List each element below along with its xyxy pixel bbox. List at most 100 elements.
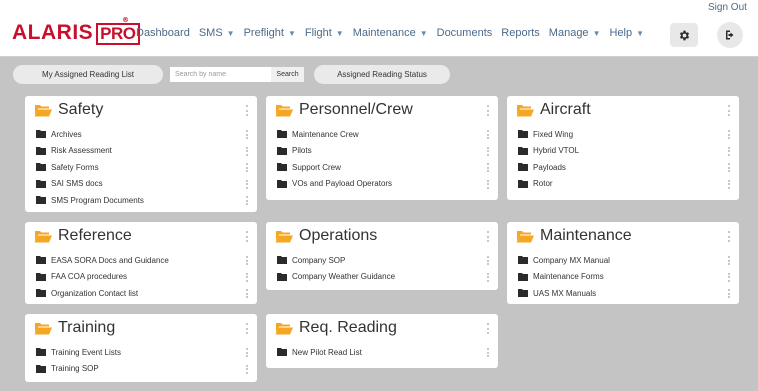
folder-list-item[interactable]: Organization Contact list [25,285,257,302]
more-options-icon[interactable] [727,272,730,282]
folder-list-item[interactable]: Maintenance Crew [266,126,498,143]
more-options-icon[interactable] [245,130,248,139]
folder-card-header[interactable]: Personnel/Crew [266,96,498,124]
folder-icon [277,179,287,188]
folder-list-item[interactable]: Hybrid VTOL [507,143,739,160]
folder-item-label: Maintenance Forms [533,272,604,282]
folder-card: Req. Reading New Pilot Read List [266,314,498,368]
nav-item[interactable]: Maintenance ▼ [353,27,428,39]
folder-card-header[interactable]: Req. Reading [266,314,498,342]
more-options-icon[interactable] [486,348,489,357]
my-assigned-reading-list-button[interactable]: My Assigned Reading List [13,65,163,84]
more-options-icon[interactable] [486,179,489,189]
folder-icon [36,348,46,357]
folder-card-header[interactable]: Training [25,314,257,342]
folder-list-item[interactable]: Payloads [507,159,739,176]
folder-list-item[interactable]: Safety Forms [25,159,257,176]
nav-item[interactable]: Preflight ▼ [244,27,296,39]
nav-label: Documents [436,27,493,39]
nav-item[interactable]: Dashboard [136,27,190,39]
more-options-icon[interactable] [245,105,248,116]
nav-item[interactable]: Documents [437,27,493,39]
settings-button[interactable] [670,23,698,47]
search-button[interactable]: Search [271,67,304,82]
sign-out-button[interactable] [717,22,743,48]
folder-card-header[interactable]: Safety [25,96,257,124]
folder-list-item[interactable]: Training Event Lists [25,344,257,361]
folder-card-header[interactable]: Reference [25,222,257,250]
more-options-icon[interactable] [727,289,730,298]
folder-card-header[interactable]: Operations [266,222,498,250]
nav-item[interactable]: Reports [501,27,540,39]
search-input[interactable] [170,67,271,82]
more-options-icon[interactable] [245,272,248,282]
caret-down-icon: ▼ [592,28,601,38]
folder-list-item[interactable]: Maintenance Forms [507,269,739,286]
more-options-icon[interactable] [245,364,248,374]
folder-list-item[interactable]: VOs and Payload Operators [266,176,498,193]
folder-list-item[interactable]: Risk Assessment [25,143,257,160]
folder-card-header[interactable]: Maintenance [507,222,739,250]
more-options-icon[interactable] [486,272,489,282]
more-options-icon[interactable] [727,256,730,265]
nav-item[interactable]: Manage ▼ [549,27,601,39]
more-options-icon[interactable] [486,256,489,265]
folder-item-label: Company SOP [292,255,346,265]
more-options-icon[interactable] [245,196,248,205]
folder-card-header[interactable]: Aircraft [507,96,739,124]
more-options-icon[interactable] [727,231,730,242]
folder-list-item[interactable]: EASA SORA Docs and Guidance [25,252,257,269]
folder-list-item[interactable]: SAI SMS docs [25,176,257,193]
folder-list-item[interactable]: Archives [25,126,257,143]
folder-card: Maintenance Company MX Manual Maintenanc… [507,222,739,304]
more-options-icon[interactable] [486,163,489,172]
folder-card: Operations Company SOP Company Weather G… [266,222,498,290]
more-options-icon[interactable] [245,323,248,334]
folder-list-item[interactable]: Company Weather Guidance [266,269,498,286]
more-options-icon[interactable] [727,130,730,139]
folder-item-label: Archives [51,129,82,139]
more-options-icon[interactable] [245,146,248,156]
more-options-icon[interactable] [727,105,730,116]
more-options-icon[interactable] [486,323,489,334]
sign-out-link[interactable]: Sign Out [708,2,747,13]
folder-icon [518,289,528,298]
more-options-icon[interactable] [245,163,248,172]
folder-list-item[interactable]: Rotor [507,176,739,193]
more-options-icon[interactable] [486,146,489,156]
more-options-icon[interactable] [245,348,248,357]
nav-item[interactable]: Help ▼ [609,27,644,39]
more-options-icon[interactable] [486,105,489,116]
nav-item[interactable]: SMS ▼ [199,27,235,39]
folder-list-item[interactable]: SMS Program Documents [25,192,257,209]
more-options-icon[interactable] [245,179,248,189]
folder-list-item[interactable]: Company SOP [266,252,498,269]
folder-icon [277,348,287,357]
more-options-icon[interactable] [727,179,730,189]
more-options-icon[interactable] [245,289,248,298]
more-options-icon[interactable] [486,231,489,242]
folder-list-item[interactable]: New Pilot Read List [266,344,498,361]
folder-icon [518,272,528,281]
folder-list-item[interactable]: Training SOP [25,361,257,378]
reading-toolbar: My Assigned Reading List Search Assigned… [0,58,758,86]
assigned-reading-status-button[interactable]: Assigned Reading Status [314,65,450,84]
folder-list-item[interactable]: Pilots [266,143,498,160]
more-options-icon[interactable] [486,130,489,139]
folder-list-item[interactable]: Support Crew [266,159,498,176]
folder-item-label: Payloads [533,162,566,172]
folder-icon [36,179,46,188]
more-options-icon[interactable] [245,231,248,242]
nav-item[interactable]: Flight ▼ [305,27,344,39]
folder-list: EASA SORA Docs and Guidance FAA COA proc… [25,250,257,306]
folder-list-item[interactable]: FAA COA procedures [25,269,257,286]
folder-card: Training Training Event Lists Training S… [25,314,257,382]
folder-list-item[interactable]: UAS MX Manuals [507,285,739,302]
more-options-icon[interactable] [727,146,730,156]
folder-open-icon [275,323,293,335]
folder-list-item[interactable]: Fixed Wing [507,126,739,143]
folder-list-item[interactable]: Company MX Manual [507,252,739,269]
more-options-icon[interactable] [245,256,248,265]
more-options-icon[interactable] [727,163,730,172]
alaris-pro-logo[interactable]: ALARIS PRO ® [12,16,140,45]
